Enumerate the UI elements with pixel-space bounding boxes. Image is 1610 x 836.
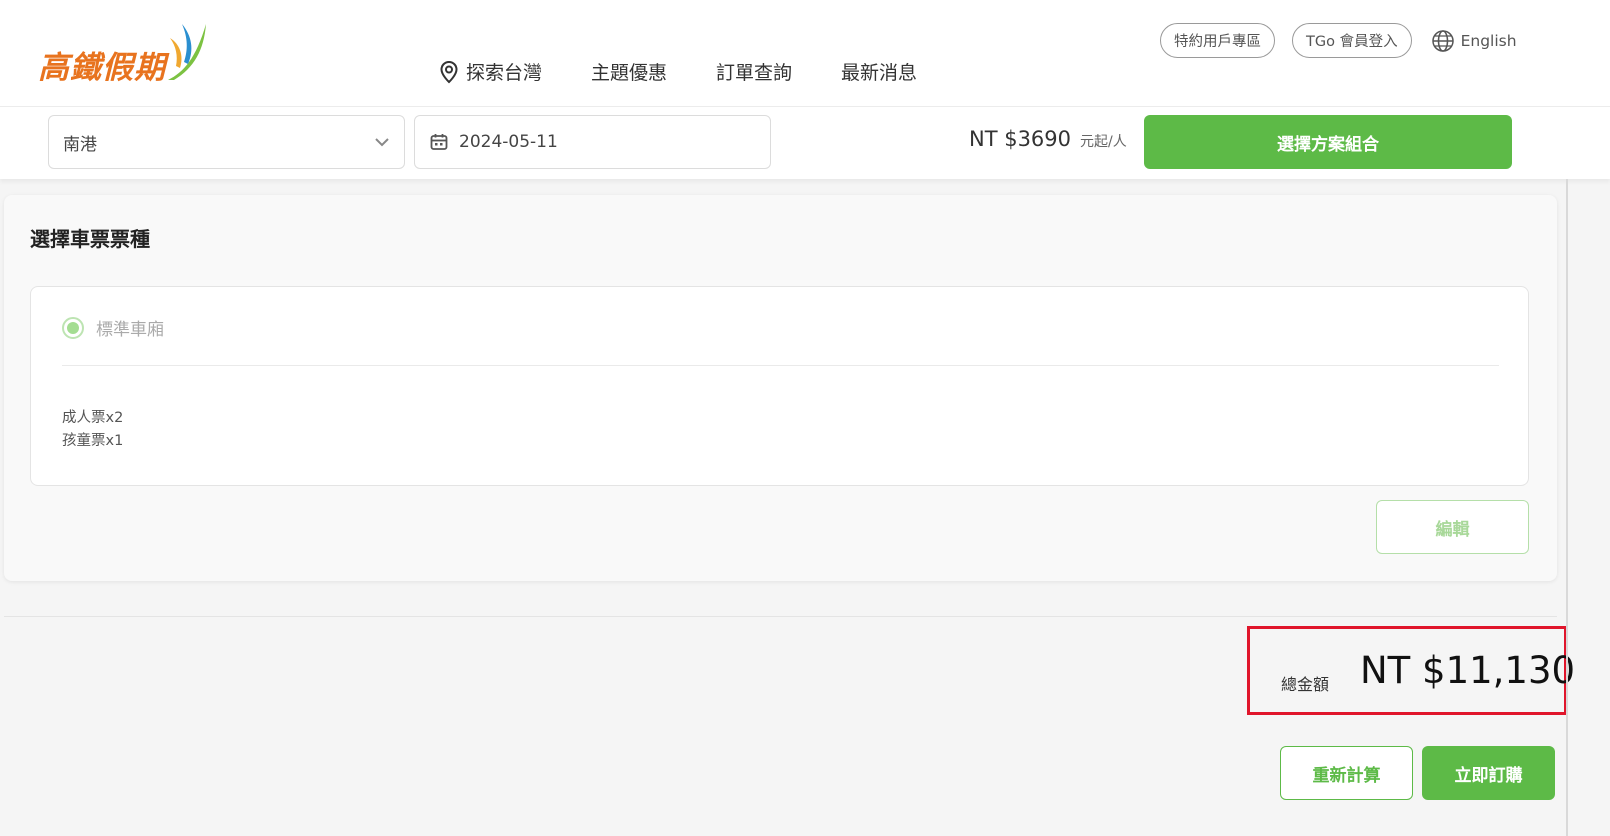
main-nav: 探索台灣 主題優惠 訂單查詢 最新消息 [438, 58, 966, 85]
ticket-line-adult: 成人票x2 [62, 410, 124, 426]
total-label: 總金額 [1281, 675, 1330, 694]
ticket-line-child: 孩童票x1 [62, 433, 124, 449]
select-package-button[interactable]: 選擇方案組合 [1144, 115, 1512, 169]
date-picker[interactable]: 2024-05-11 [414, 115, 771, 169]
globe-icon [1431, 29, 1454, 52]
recalculate-button[interactable]: 重新計算 [1280, 746, 1413, 800]
nav-item-label: 探索台灣 [466, 62, 543, 84]
language-switcher[interactable]: English [1431, 29, 1517, 53]
nav-item-label: 最新消息 [841, 62, 918, 84]
station-value: 南港 [63, 134, 97, 155]
price-from-amount: NT $3690 [969, 127, 1072, 151]
ticket-type-card: 選擇車票票種 標準車廂 成人票x2 孩童票x1 編輯 [4, 195, 1557, 581]
location-pin-icon [440, 60, 458, 83]
calendar-icon [430, 134, 448, 150]
scrollbar[interactable] [1566, 179, 1568, 836]
ticket-summary: 成人票x2 孩童票x1 [62, 407, 123, 453]
section-title: 選擇車票票種 [30, 227, 150, 251]
radio-button[interactable] [62, 316, 84, 339]
site-header: 高鐵假期 探索台灣 主題優惠 訂單查詢 最新消息 特約用戶專區 TGo 會員登入 [0, 0, 1610, 107]
station-select[interactable]: 南港 [48, 115, 405, 169]
car-class-label: 標準車廂 [96, 320, 164, 340]
logo-swoosh-icon [168, 24, 206, 80]
nav-order-lookup[interactable]: 訂單查詢 [716, 58, 792, 85]
nav-item-label: 訂單查詢 [716, 62, 793, 84]
search-bar: 南港 2024-05-11 NT $3690 元起/人 選擇方案組合 [0, 107, 1610, 179]
chevron-down-icon [375, 138, 389, 147]
header-utilities: 特約用戶專區 TGo 會員登入 English [1160, 23, 1517, 58]
edit-button[interactable]: 編輯 [1376, 500, 1529, 554]
nav-explore-taiwan[interactable]: 探索台灣 [438, 58, 542, 85]
divider [62, 365, 1499, 366]
partner-zone-button[interactable]: 特約用戶專區 [1160, 23, 1275, 58]
brand-logo[interactable]: 高鐵假期 [38, 20, 218, 86]
price-from-unit: 元起/人 [1080, 134, 1127, 150]
nav-item-label: 主題優惠 [591, 62, 668, 84]
language-label: English [1460, 31, 1517, 50]
member-login-button[interactable]: TGo 會員登入 [1292, 23, 1412, 58]
nav-theme-deals[interactable]: 主題優惠 [591, 58, 667, 85]
radio-selected-dot [67, 321, 79, 334]
date-value: 2024-05-11 [459, 132, 558, 152]
nav-latest-news[interactable]: 最新消息 [841, 58, 917, 85]
price-from: NT $3690 元起/人 [969, 127, 1127, 151]
book-now-button[interactable]: 立即訂購 [1422, 746, 1555, 800]
logo-text: 高鐵假期 [38, 50, 166, 86]
total-amount: NT $11,130 [1360, 649, 1576, 692]
total-amount-box: 總金額 NT $11,130 [1247, 626, 1575, 715]
car-class-radio[interactable]: 標準車廂 [62, 315, 164, 340]
ticket-option-box: 標準車廂 成人票x2 孩童票x1 [30, 286, 1529, 486]
divider [4, 616, 1557, 617]
